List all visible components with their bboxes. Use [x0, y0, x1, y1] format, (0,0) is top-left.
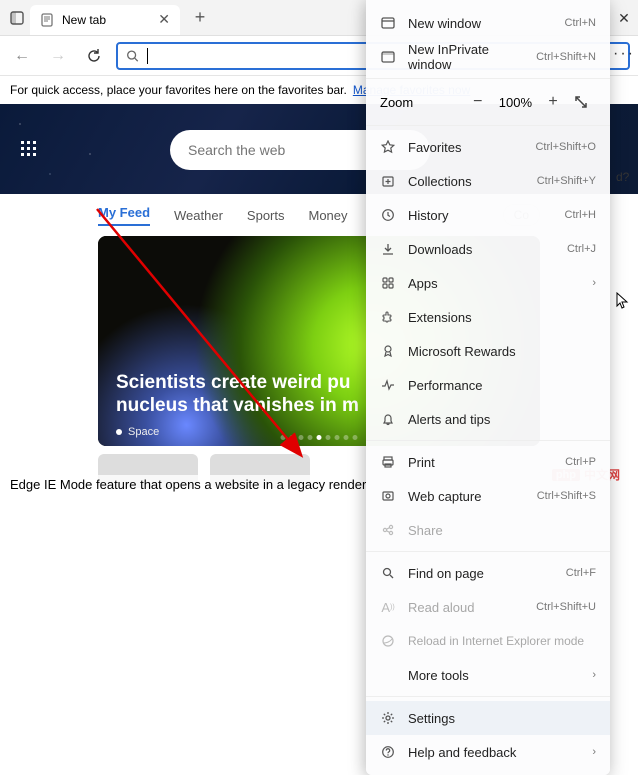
- window-icon: [380, 15, 396, 31]
- menu-favorites[interactable]: Favorites Ctrl+Shift+O: [366, 130, 610, 164]
- carousel-dots[interactable]: [281, 435, 358, 440]
- share-icon: [380, 522, 396, 538]
- menu-history[interactable]: History Ctrl+H: [366, 198, 610, 232]
- rewards-icon: [380, 343, 396, 359]
- tab-actions-icon[interactable]: [4, 5, 30, 31]
- chevron-right-icon: ›: [592, 746, 596, 758]
- app-launcher-icon[interactable]: [20, 140, 38, 158]
- refresh-button[interactable]: [80, 42, 108, 70]
- menu-help[interactable]: Help and feedback ›: [366, 735, 610, 769]
- cut-off-label: d?: [616, 170, 638, 198]
- article-caption: Edge IE Mode feature that opens a websit…: [6, 475, 370, 494]
- menu-extensions[interactable]: Extensions: [366, 300, 610, 334]
- menu-settings[interactable]: Settings: [366, 701, 610, 735]
- bell-icon: [380, 411, 396, 427]
- zoom-out-button[interactable]: −: [467, 93, 489, 111]
- news-headline: Scientists create weird punucleus that v…: [116, 371, 359, 419]
- menu-alerts[interactable]: Alerts and tips: [366, 402, 610, 436]
- feed-tab-money[interactable]: Money: [309, 208, 348, 223]
- menu-webcapture[interactable]: Web capture Ctrl+Shift+S: [366, 479, 610, 513]
- menu-apps[interactable]: Apps ›: [366, 266, 610, 300]
- menu-find[interactable]: Find on page Ctrl+F: [366, 556, 610, 590]
- gear-icon: [380, 710, 396, 726]
- help-icon: [380, 744, 396, 760]
- chevron-right-icon: ›: [592, 669, 596, 681]
- menu-zoom: Zoom − 100% +: [366, 83, 610, 121]
- menu-collections[interactable]: Collections Ctrl+Shift+Y: [366, 164, 610, 198]
- page-icon: [40, 13, 54, 27]
- mouse-cursor-icon: [616, 292, 630, 310]
- menu-new-inprivate[interactable]: New InPrivate window Ctrl+Shift+N: [366, 40, 610, 74]
- feed-tab-sports[interactable]: Sports: [247, 208, 285, 223]
- ie-icon: [380, 633, 396, 649]
- collections-icon: [380, 173, 396, 189]
- find-icon: [380, 565, 396, 581]
- feed-tab-weather[interactable]: Weather: [174, 208, 223, 223]
- app-menu: New window Ctrl+N New InPrivate window C…: [366, 0, 610, 775]
- search-placeholder: Search the web: [188, 142, 285, 158]
- performance-icon: [380, 377, 396, 393]
- window-close-button[interactable]: ✕: [610, 0, 638, 36]
- news-source: Space: [116, 426, 159, 438]
- menu-downloads[interactable]: Downloads Ctrl+J: [366, 232, 610, 266]
- forward-button: →: [44, 42, 72, 70]
- browser-tab[interactable]: New tab ✕: [30, 5, 180, 35]
- menu-performance[interactable]: Performance: [366, 368, 610, 402]
- blank-icon: [380, 667, 396, 683]
- back-button[interactable]: ←: [8, 42, 36, 70]
- download-icon: [380, 241, 396, 257]
- search-icon: [126, 49, 139, 63]
- menu-share: Share: [366, 513, 610, 547]
- zoom-in-button[interactable]: +: [542, 93, 564, 111]
- star-icon: [380, 139, 396, 155]
- tab-title: New tab: [62, 13, 106, 27]
- fullscreen-button[interactable]: [574, 95, 596, 109]
- apps-icon: [380, 275, 396, 291]
- readaloud-icon: A)): [380, 599, 396, 615]
- settings-more-button[interactable]: ···: [610, 40, 638, 68]
- capture-icon: [380, 488, 396, 504]
- menu-new-window[interactable]: New window Ctrl+N: [366, 6, 610, 40]
- text-caret: [147, 48, 148, 64]
- menu-print[interactable]: Print Ctrl+P: [366, 445, 610, 479]
- close-tab-icon[interactable]: ✕: [158, 11, 170, 28]
- print-icon: [380, 454, 396, 470]
- zoom-value: 100%: [499, 95, 532, 110]
- favorites-prompt: For quick access, place your favorites h…: [10, 83, 347, 97]
- new-tab-button[interactable]: +: [186, 4, 214, 32]
- menu-readaloud: A)) Read aloud Ctrl+Shift+U: [366, 590, 610, 624]
- history-icon: [380, 207, 396, 223]
- feed-tab-myfeed[interactable]: My Feed: [98, 205, 150, 226]
- chevron-right-icon: ›: [592, 277, 596, 289]
- menu-moretools[interactable]: More tools ›: [366, 658, 610, 692]
- menu-iemode: Reload in Internet Explorer mode: [366, 624, 610, 658]
- inprivate-icon: [380, 49, 396, 65]
- menu-rewards[interactable]: Microsoft Rewards: [366, 334, 610, 368]
- extensions-icon: [380, 309, 396, 325]
